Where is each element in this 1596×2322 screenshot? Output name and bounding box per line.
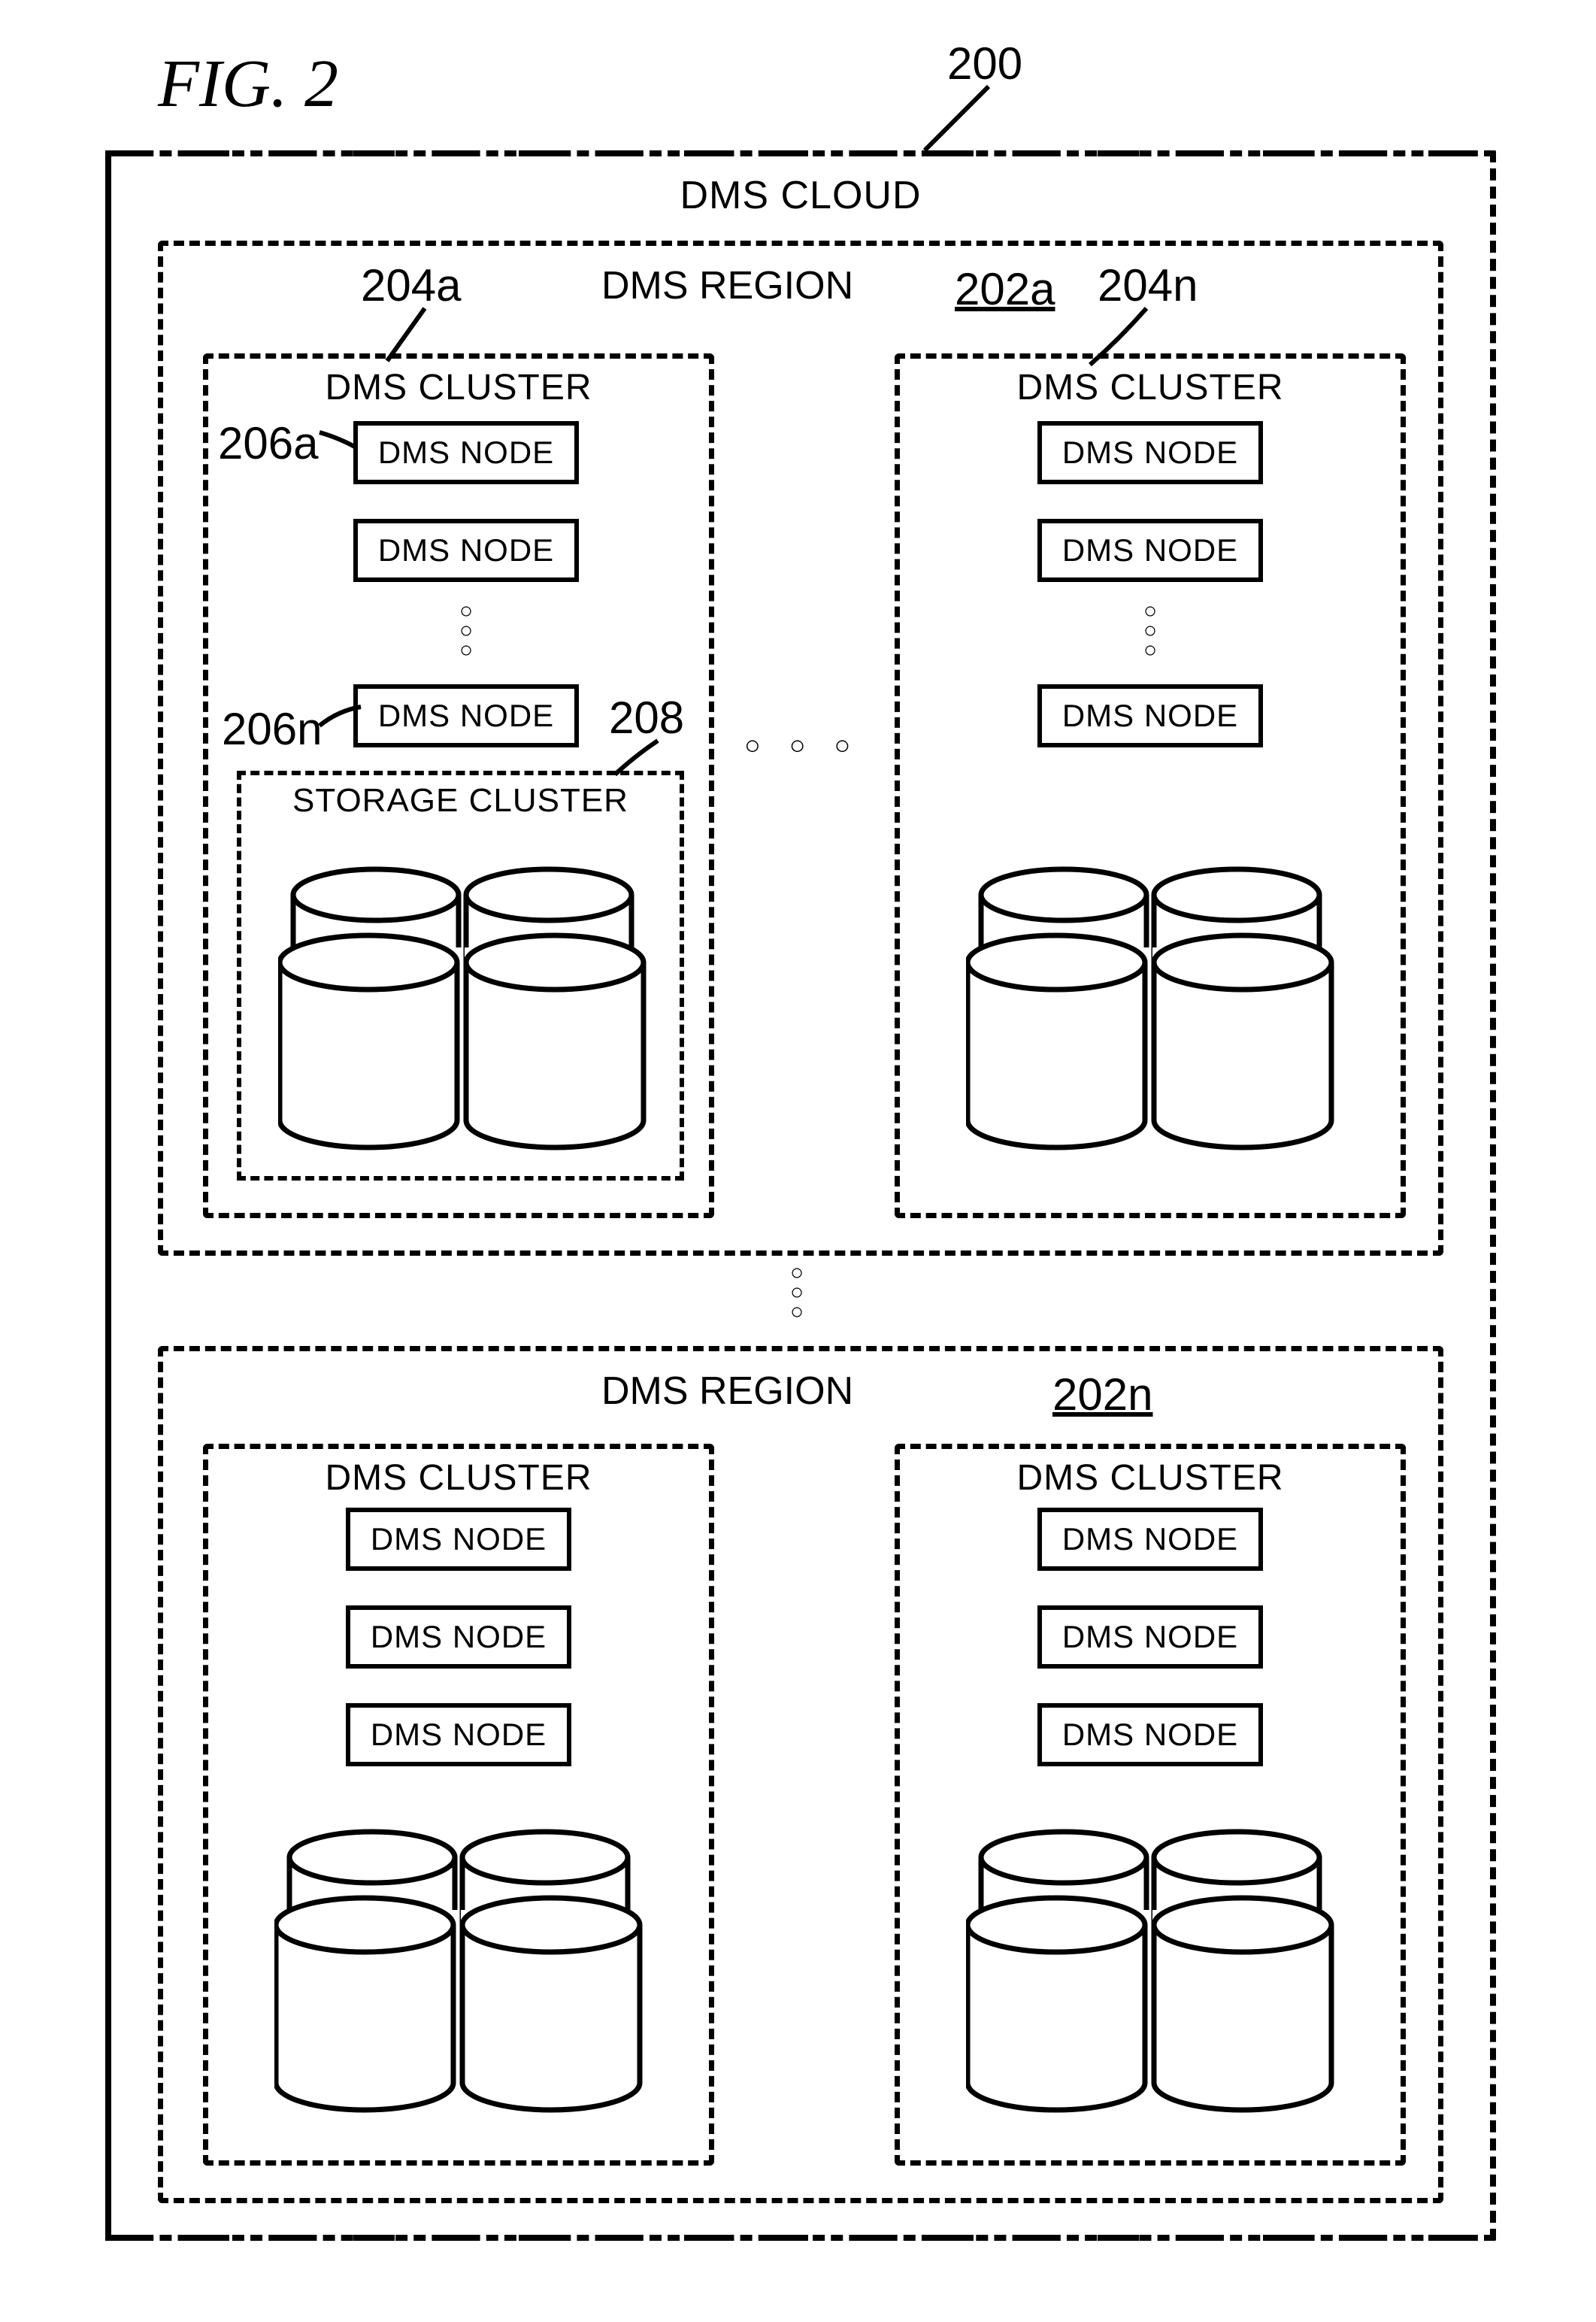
- storage-cylinders-icon: [274, 1812, 643, 2120]
- dms-cluster-a-title: DMS CLUSTER: [203, 367, 714, 408]
- dms-cluster-n-title: DMS CLUSTER: [895, 367, 1406, 408]
- dms-node: DMS NODE: [353, 421, 579, 484]
- dms-region-n-title: DMS REGION: [601, 1369, 853, 1414]
- ref-204n: 204n: [1098, 259, 1198, 311]
- leader-200: [917, 83, 1007, 158]
- dms-node: DMS NODE: [353, 684, 579, 747]
- dms-cloud-title: DMS CLOUD: [105, 173, 1496, 218]
- dms-cluster-title: DMS CLUSTER: [203, 1457, 714, 1499]
- ellipsis-horizontal-icon: ○ ○ ○: [744, 729, 861, 761]
- dms-node: DMS NODE: [353, 519, 579, 582]
- dms-node: DMS NODE: [1037, 1508, 1263, 1571]
- dms-region-a-title: DMS REGION: [601, 263, 853, 308]
- figure-canvas: FIG. 2 200 DMS CLOUD 202a DMS REGION 204…: [30, 30, 1566, 2292]
- ellipsis-vertical-icon: ○○○: [1135, 602, 1165, 660]
- figure-title: FIG. 2: [158, 45, 338, 123]
- ellipsis-vertical-icon: ○○○: [782, 1263, 812, 1322]
- dms-node: DMS NODE: [1037, 1703, 1263, 1766]
- dms-node: DMS NODE: [1037, 421, 1263, 484]
- leader-206n: [316, 703, 368, 733]
- dms-node: DMS NODE: [346, 1703, 571, 1766]
- ref-206a: 206a: [218, 417, 318, 469]
- ellipsis-vertical-icon: ○○○: [451, 602, 481, 660]
- ref-202a: 202a: [955, 263, 1055, 315]
- storage-cylinders-icon: [966, 1812, 1334, 2120]
- dms-node: DMS NODE: [1037, 1605, 1263, 1669]
- storage-cylinders-icon: [278, 850, 647, 1158]
- dms-node: DMS NODE: [346, 1508, 571, 1571]
- storage-cluster-title: STORAGE CLUSTER: [237, 782, 684, 820]
- dms-node: DMS NODE: [346, 1605, 571, 1669]
- ref-204a: 204a: [361, 259, 461, 311]
- ref-208: 208: [609, 692, 684, 744]
- storage-cylinders-icon: [966, 850, 1334, 1158]
- ref-206n: 206n: [222, 703, 322, 755]
- dms-node: DMS NODE: [1037, 519, 1263, 582]
- dms-cluster-title: DMS CLUSTER: [895, 1457, 1406, 1499]
- ref-200: 200: [947, 38, 1022, 89]
- dms-node: DMS NODE: [1037, 684, 1263, 747]
- ref-202n: 202n: [1052, 1369, 1152, 1420]
